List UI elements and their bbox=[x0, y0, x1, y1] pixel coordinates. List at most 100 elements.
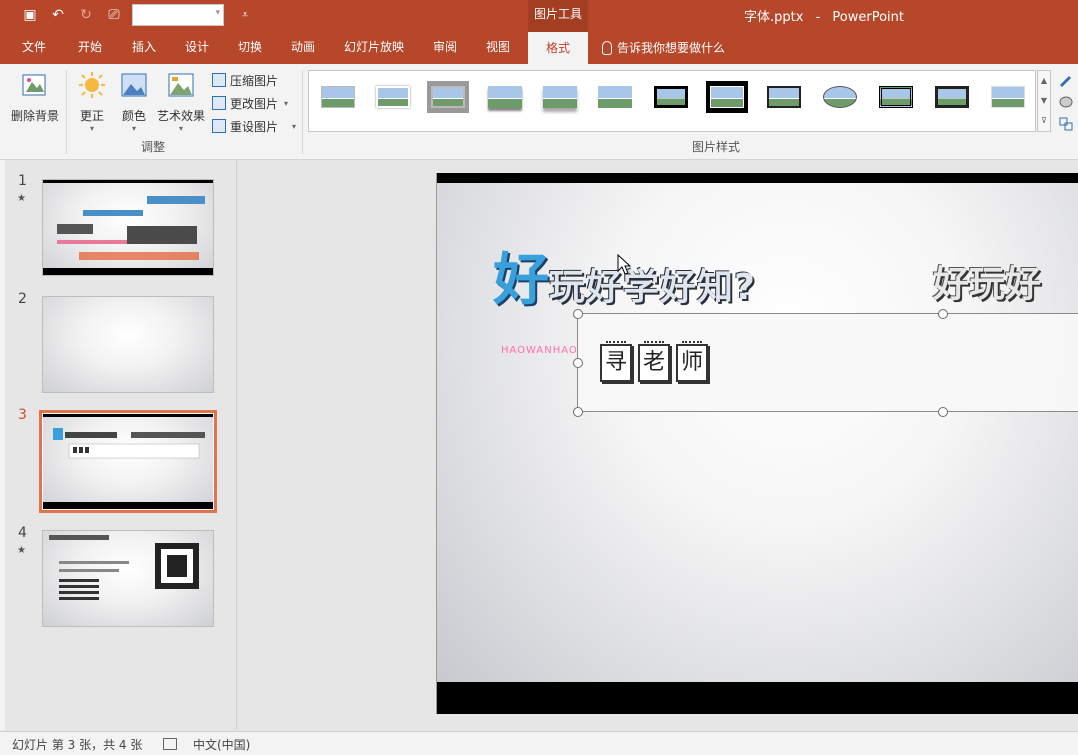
picture-style-8[interactable] bbox=[706, 81, 748, 113]
separator-dash: - bbox=[815, 10, 821, 25]
artistic-effects-button[interactable]: 艺术效果 ▾ bbox=[154, 70, 208, 134]
picture-style-6[interactable] bbox=[594, 81, 636, 113]
animation-star-icon: ★ bbox=[17, 193, 26, 204]
color-picture-icon bbox=[121, 73, 147, 97]
gallery-down-icon[interactable]: ▼ bbox=[1038, 91, 1050, 111]
document-title: 字体.pptx - PowerPoint bbox=[736, 6, 904, 25]
context-tab-title: 图片工具 bbox=[528, 0, 588, 32]
picture-style-10[interactable] bbox=[819, 81, 861, 113]
undo-icon[interactable]: ↶ bbox=[48, 5, 68, 25]
picture-style-1[interactable] bbox=[317, 81, 359, 113]
picture-effects-icon[interactable] bbox=[1058, 94, 1074, 110]
lightbulb-icon bbox=[602, 41, 612, 55]
selected-text-box[interactable]: 寻 老 师 bbox=[573, 309, 1078, 417]
picture-layout-icon[interactable] bbox=[1058, 116, 1074, 132]
group-picture-styles-label: 图片样式 bbox=[691, 140, 740, 154]
status-bar: 幻灯片 第 3 张，共 4 张 中文(中国) bbox=[0, 731, 1078, 755]
chevron-down-icon: ▾ bbox=[178, 124, 183, 133]
tab-review[interactable]: 审阅 bbox=[421, 32, 469, 64]
chevron-down-icon: ▾ bbox=[89, 124, 94, 133]
tab-animations[interactable]: 动画 bbox=[279, 32, 327, 64]
gallery-up-icon[interactable]: ▲ bbox=[1038, 71, 1050, 91]
change-picture-label: 更改图片 bbox=[230, 96, 279, 111]
compress-icon bbox=[212, 73, 226, 87]
picture-style-9[interactable] bbox=[763, 81, 805, 113]
picture-style-11[interactable] bbox=[875, 81, 917, 113]
tab-transitions[interactable]: 切换 bbox=[226, 32, 274, 64]
spellcheck-icon[interactable] bbox=[163, 738, 177, 750]
language-indicator[interactable]: 中文(中国) bbox=[193, 736, 250, 753]
tell-me-box[interactable]: 告诉我你想要做什么 bbox=[602, 32, 725, 64]
separator bbox=[66, 70, 67, 154]
resize-handle[interactable] bbox=[573, 358, 583, 368]
current-slide[interactable]: 好玩好学好知? 好玩好 HAOWANHAO 寻 老 师 bbox=[436, 173, 1078, 714]
change-picture-button[interactable]: 更改图片 ▾ bbox=[212, 93, 288, 113]
customize-qat-icon[interactable]: ⩡ bbox=[242, 8, 248, 22]
slide-4-content-icon bbox=[49, 535, 199, 600]
slide-top-bar bbox=[437, 173, 1078, 183]
slide-info: 幻灯片 第 3 张，共 4 张 bbox=[12, 738, 143, 752]
remove-background-label: 删除背景 bbox=[10, 109, 59, 123]
picture-style-12[interactable] bbox=[931, 81, 973, 113]
picture-border-icon[interactable] bbox=[1058, 72, 1074, 88]
separator bbox=[302, 70, 303, 154]
gallery-scrollbar[interactable]: ▲ ▼ ⊽ bbox=[1037, 70, 1051, 132]
slide-bottom-bar bbox=[437, 682, 1078, 714]
picture-style-2[interactable] bbox=[372, 81, 414, 113]
save-icon[interactable]: ▣ bbox=[20, 5, 40, 25]
resize-handle[interactable] bbox=[573, 309, 583, 319]
doc-name: 字体.pptx bbox=[744, 10, 804, 25]
slide-3-content-icon bbox=[53, 428, 205, 459]
ribbon: 删除背景 更正 ▾ 颜色 ▾ 艺术效果 ▾ 压缩图片 更改图片 ▾ 重设图片 ▾… bbox=[0, 64, 1078, 160]
corrections-label: 更正 bbox=[79, 109, 104, 123]
char-tile: 老 bbox=[638, 341, 670, 382]
color-button[interactable]: 颜色 ▾ bbox=[116, 70, 152, 134]
picture-style-4[interactable] bbox=[484, 81, 526, 113]
tab-slideshow[interactable]: 幻灯片放映 bbox=[334, 32, 414, 64]
thumb-bottom-bar bbox=[43, 268, 213, 275]
slide-number: 1 bbox=[18, 173, 27, 189]
headline-big-char: 好 bbox=[493, 248, 549, 313]
title-bar: ▣ ↶ ↻ ⎚ ⩡ 图片工具 字体.pptx - PowerPoint bbox=[0, 0, 1078, 32]
char-tile: 寻 bbox=[600, 341, 632, 382]
font-size-combo[interactable] bbox=[132, 4, 224, 26]
tab-insert[interactable]: 插入 bbox=[120, 32, 168, 64]
start-from-beginning-icon[interactable]: ⎚ bbox=[104, 5, 124, 25]
corrections-button[interactable]: 更正 ▾ bbox=[74, 70, 110, 134]
gallery-more-icon[interactable]: ⊽ bbox=[1038, 111, 1050, 131]
compress-label: 压缩图片 bbox=[230, 73, 279, 88]
remove-background-button[interactable]: 删除背景 bbox=[8, 70, 62, 124]
slide-headline-2[interactable]: 好玩好 bbox=[933, 255, 1041, 307]
tab-format[interactable]: 格式 bbox=[528, 32, 588, 64]
remove-background-icon bbox=[22, 74, 46, 96]
resize-handle[interactable] bbox=[573, 407, 583, 417]
reset-picture-button[interactable]: 重设图片 ▾ bbox=[212, 116, 296, 136]
animation-star-icon: ★ bbox=[17, 545, 26, 556]
chevron-down-icon: ▾ bbox=[284, 98, 289, 108]
compress-pictures-button[interactable]: 压缩图片 bbox=[212, 70, 278, 90]
tab-design[interactable]: 设计 bbox=[173, 32, 221, 64]
tab-home[interactable]: 开始 bbox=[66, 32, 114, 64]
picture-style-3[interactable] bbox=[427, 81, 469, 113]
tab-view[interactable]: 视图 bbox=[474, 32, 522, 64]
resize-handle[interactable] bbox=[938, 407, 948, 417]
color-label: 颜色 bbox=[121, 109, 146, 123]
slide-number: 4 bbox=[18, 525, 27, 541]
picture-style-13[interactable] bbox=[987, 81, 1029, 113]
slide-thumbnail-1[interactable] bbox=[42, 179, 214, 276]
group-adjust-label: 调整 bbox=[140, 140, 165, 154]
picture-style-5[interactable] bbox=[539, 81, 581, 113]
slide-thumbnail-2[interactable] bbox=[42, 296, 214, 393]
tell-me-text: 告诉我你想要做什么 bbox=[617, 41, 726, 55]
tab-file[interactable]: 文件 bbox=[10, 32, 58, 64]
slide-thumbnail-3[interactable] bbox=[39, 410, 217, 513]
char-tile: 师 bbox=[676, 341, 708, 382]
resize-handle[interactable] bbox=[938, 309, 948, 319]
slide-number: 3 bbox=[18, 407, 27, 423]
redo-icon[interactable]: ↻ bbox=[76, 5, 96, 25]
picture-style-7[interactable] bbox=[650, 81, 692, 113]
reset-picture-icon bbox=[212, 119, 226, 133]
slide-thumbnail-4[interactable] bbox=[42, 530, 214, 627]
picture-styles-gallery bbox=[308, 70, 1036, 132]
app-name: PowerPoint bbox=[832, 10, 905, 25]
